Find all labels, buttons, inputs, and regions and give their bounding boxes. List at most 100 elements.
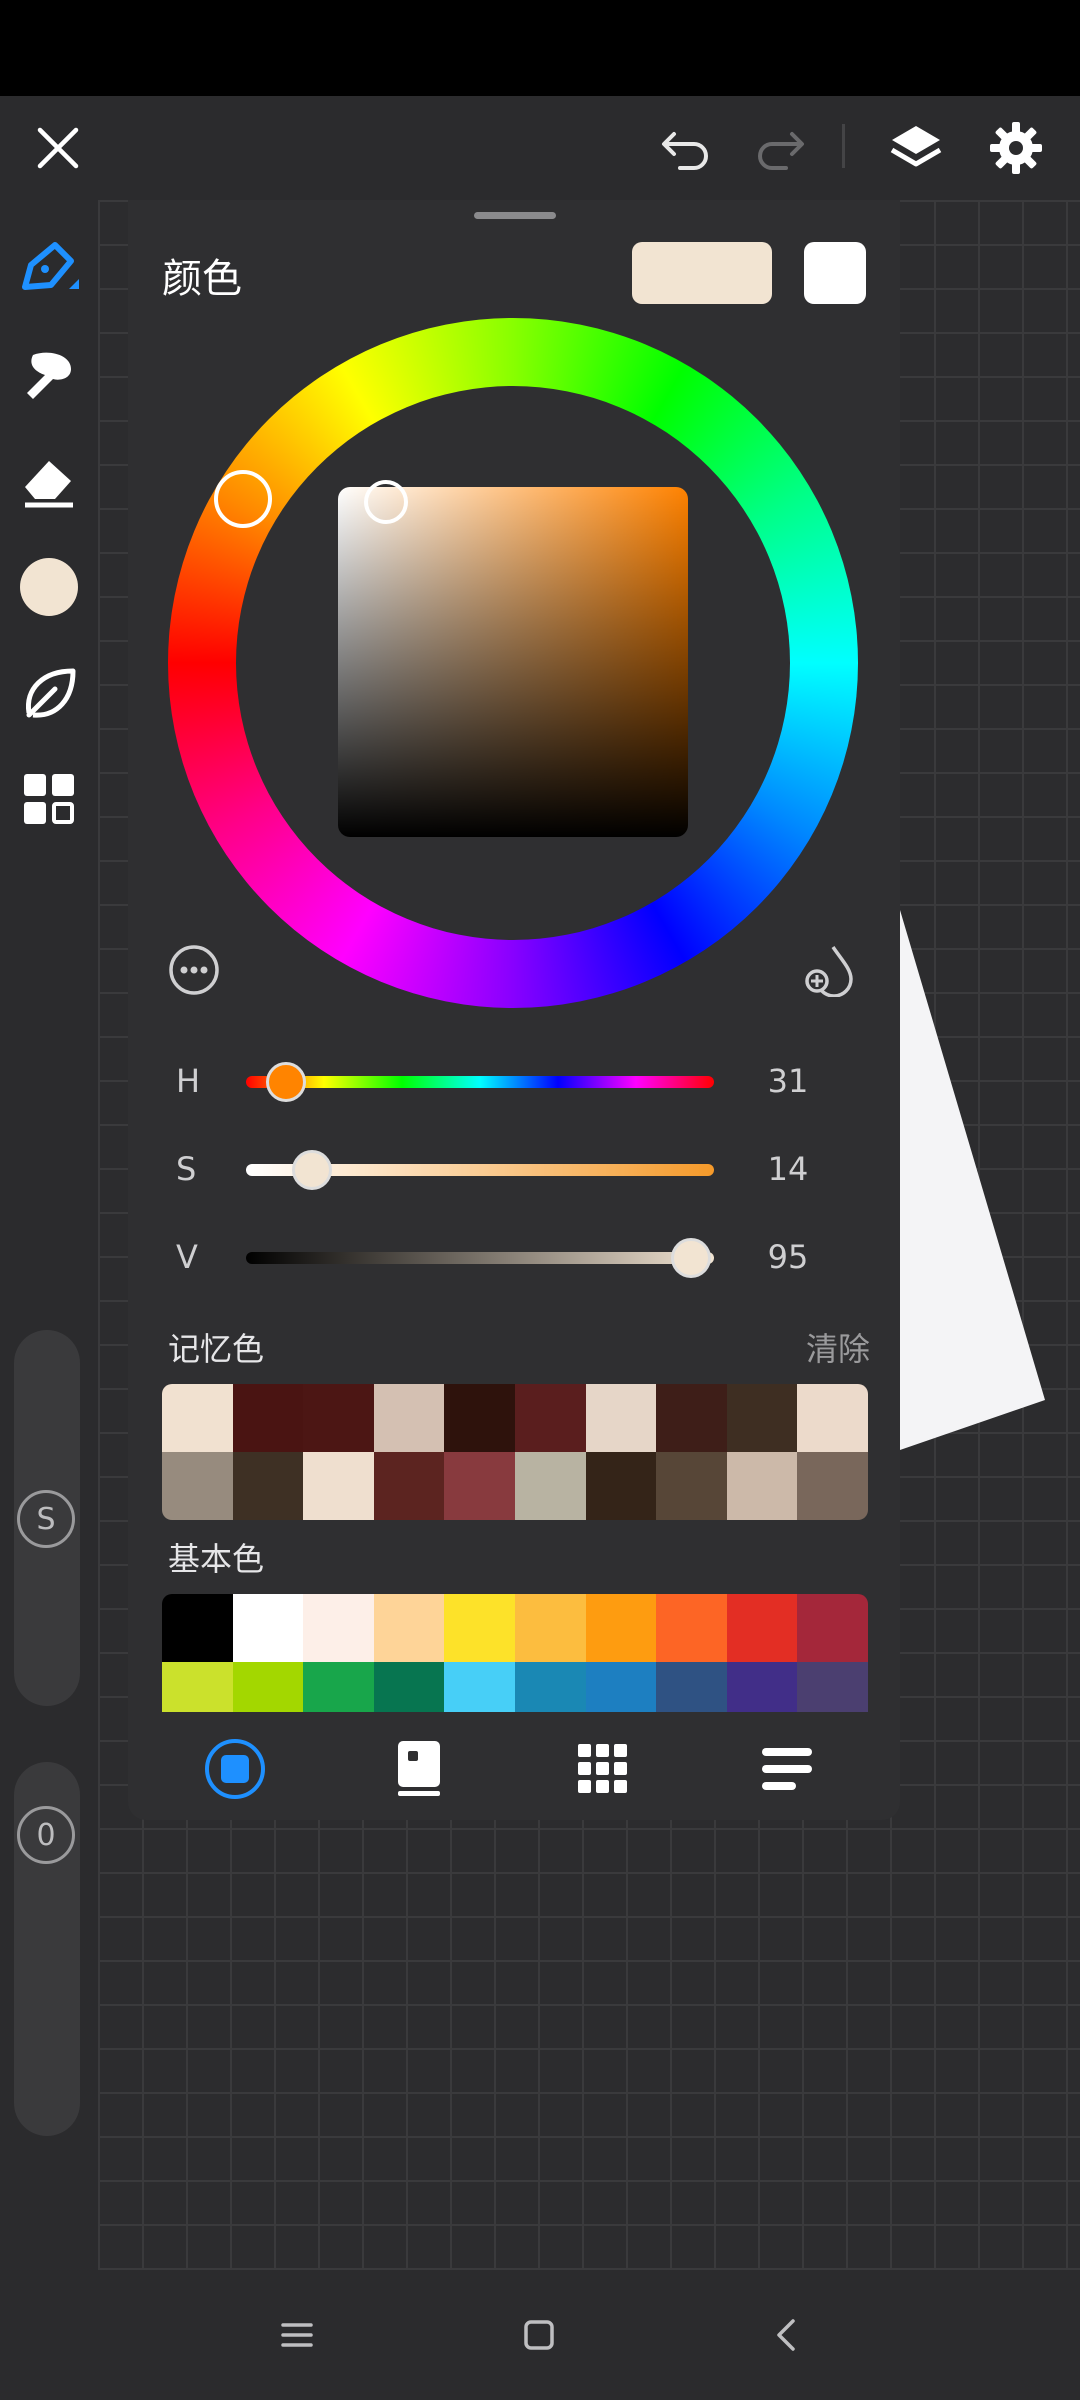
memory-color-swatch[interactable] bbox=[726, 1384, 798, 1452]
layers-button[interactable] bbox=[880, 96, 952, 200]
memory-color-swatch[interactable] bbox=[303, 1384, 374, 1452]
primary-color-swatch[interactable] bbox=[632, 242, 772, 304]
palette-grid-icon bbox=[578, 1744, 627, 1793]
value-slider-thumb[interactable] bbox=[670, 1238, 711, 1278]
saturation-value: 14 bbox=[767, 1150, 809, 1188]
memory-color-swatch[interactable] bbox=[514, 1384, 586, 1452]
value-value: 95 bbox=[767, 1238, 809, 1276]
current-color-button[interactable] bbox=[14, 552, 84, 622]
basic-color-swatch[interactable] bbox=[585, 1594, 657, 1662]
basic-color-swatch[interactable] bbox=[303, 1594, 374, 1662]
saturation-slider-thumb[interactable] bbox=[291, 1150, 332, 1190]
memory-colors-label: 记忆色 bbox=[168, 1330, 265, 1368]
basic-color-swatch[interactable] bbox=[726, 1662, 798, 1712]
smudge-tool-button[interactable] bbox=[14, 340, 84, 410]
hue-value: 31 bbox=[767, 1062, 809, 1100]
home-button[interactable] bbox=[504, 2300, 574, 2370]
memory-color-swatch[interactable] bbox=[585, 1452, 657, 1520]
memory-color-swatch[interactable] bbox=[232, 1452, 304, 1520]
memory-color-swatch[interactable] bbox=[162, 1452, 233, 1520]
undo-button[interactable] bbox=[652, 96, 724, 200]
memory-color-swatch[interactable] bbox=[585, 1384, 657, 1452]
saturation-slider-row: S 14 bbox=[128, 1140, 900, 1200]
memory-color-swatch[interactable] bbox=[303, 1452, 374, 1520]
basic-color-swatch[interactable] bbox=[726, 1594, 798, 1662]
memory-color-swatch[interactable] bbox=[373, 1384, 445, 1452]
memory-color-swatch[interactable] bbox=[656, 1384, 727, 1452]
basic-color-swatch[interactable] bbox=[444, 1662, 515, 1712]
back-button[interactable] bbox=[752, 2300, 822, 2370]
close-button[interactable] bbox=[22, 96, 94, 200]
basic-colors-grid bbox=[162, 1594, 868, 1712]
basic-color-swatch[interactable] bbox=[797, 1594, 868, 1662]
value-slider-row: V 95 bbox=[128, 1228, 900, 1288]
basic-color-swatch[interactable] bbox=[585, 1662, 657, 1712]
menu-icon bbox=[281, 2323, 313, 2347]
memory-color-swatch[interactable] bbox=[726, 1452, 798, 1520]
value-slider-track[interactable] bbox=[246, 1252, 714, 1264]
toolbar-divider bbox=[842, 124, 845, 168]
basic-color-swatch[interactable] bbox=[373, 1594, 445, 1662]
tab-palettes[interactable] bbox=[568, 1734, 638, 1804]
basic-color-swatch[interactable] bbox=[232, 1594, 304, 1662]
basic-color-swatch[interactable] bbox=[162, 1594, 233, 1662]
basic-color-swatch[interactable] bbox=[444, 1594, 515, 1662]
clear-memory-button[interactable]: 清除 bbox=[778, 1324, 870, 1370]
saturation-value-square[interactable] bbox=[338, 487, 688, 837]
eraser-icon bbox=[25, 461, 73, 508]
hue-slider-row: H 31 bbox=[128, 1052, 900, 1112]
memory-color-swatch[interactable] bbox=[514, 1452, 586, 1520]
memory-color-swatch[interactable] bbox=[232, 1384, 304, 1452]
tab-disc[interactable] bbox=[200, 1734, 270, 1804]
gallery-button[interactable] bbox=[14, 764, 84, 834]
memory-color-swatch[interactable] bbox=[373, 1452, 445, 1520]
color-panel: 颜色 H 31 S 14 V 95 记忆色 清除 基本色 bbox=[128, 200, 900, 1820]
memory-color-swatch[interactable] bbox=[797, 1384, 868, 1452]
hue-slider-track[interactable] bbox=[246, 1076, 714, 1088]
basic-color-swatch[interactable] bbox=[162, 1662, 233, 1712]
more-options-button[interactable] bbox=[164, 940, 224, 1000]
tab-value[interactable] bbox=[752, 1734, 822, 1804]
basic-color-swatch[interactable] bbox=[232, 1662, 304, 1712]
memory-colors-grid bbox=[162, 1384, 868, 1520]
more-icon bbox=[169, 945, 219, 995]
basic-color-swatch[interactable] bbox=[656, 1594, 727, 1662]
liquify-tool-button[interactable] bbox=[14, 658, 84, 728]
brush-tool-button[interactable] bbox=[14, 232, 84, 302]
memory-color-swatch[interactable] bbox=[444, 1452, 515, 1520]
saturation-value-handle[interactable] bbox=[364, 480, 408, 524]
basic-color-swatch[interactable] bbox=[373, 1662, 445, 1712]
add-color-button[interactable] bbox=[800, 940, 860, 1000]
disc-mode-icon bbox=[205, 1739, 265, 1799]
opacity-slider[interactable]: 0 bbox=[14, 1762, 80, 2136]
settings-button[interactable] bbox=[980, 96, 1052, 200]
basic-color-swatch[interactable] bbox=[303, 1662, 374, 1712]
hue-ring-handle[interactable] bbox=[214, 470, 272, 528]
home-icon bbox=[524, 2320, 554, 2350]
droplet-add-icon bbox=[805, 946, 853, 997]
recent-apps-button[interactable] bbox=[262, 2300, 332, 2370]
basic-colors-label: 基本色 bbox=[168, 1540, 265, 1578]
top-toolbar bbox=[0, 96, 1080, 200]
basic-color-swatch[interactable] bbox=[514, 1594, 586, 1662]
panel-drag-handle[interactable] bbox=[474, 212, 556, 219]
memory-color-swatch[interactable] bbox=[444, 1384, 515, 1452]
memory-color-swatch[interactable] bbox=[162, 1384, 233, 1452]
system-navigation-bar bbox=[0, 2270, 1080, 2400]
memory-color-swatch[interactable] bbox=[797, 1452, 868, 1520]
smudge-icon bbox=[27, 352, 71, 399]
paper-sheet bbox=[900, 910, 1045, 1450]
redo-button[interactable] bbox=[742, 96, 814, 200]
classic-mode-icon bbox=[398, 1741, 440, 1796]
tab-classic[interactable] bbox=[384, 1734, 454, 1804]
basic-color-swatch[interactable] bbox=[656, 1662, 727, 1712]
basic-color-swatch[interactable] bbox=[797, 1662, 868, 1712]
size-slider[interactable]: S bbox=[14, 1330, 80, 1706]
eraser-tool-button[interactable] bbox=[14, 446, 84, 516]
secondary-color-swatch[interactable] bbox=[804, 242, 866, 304]
hue-slider-thumb[interactable] bbox=[266, 1062, 307, 1102]
leaf-icon bbox=[25, 668, 76, 718]
basic-color-swatch[interactable] bbox=[514, 1662, 586, 1712]
memory-color-swatch[interactable] bbox=[656, 1452, 727, 1520]
color-mode-tabs bbox=[128, 1724, 900, 1814]
